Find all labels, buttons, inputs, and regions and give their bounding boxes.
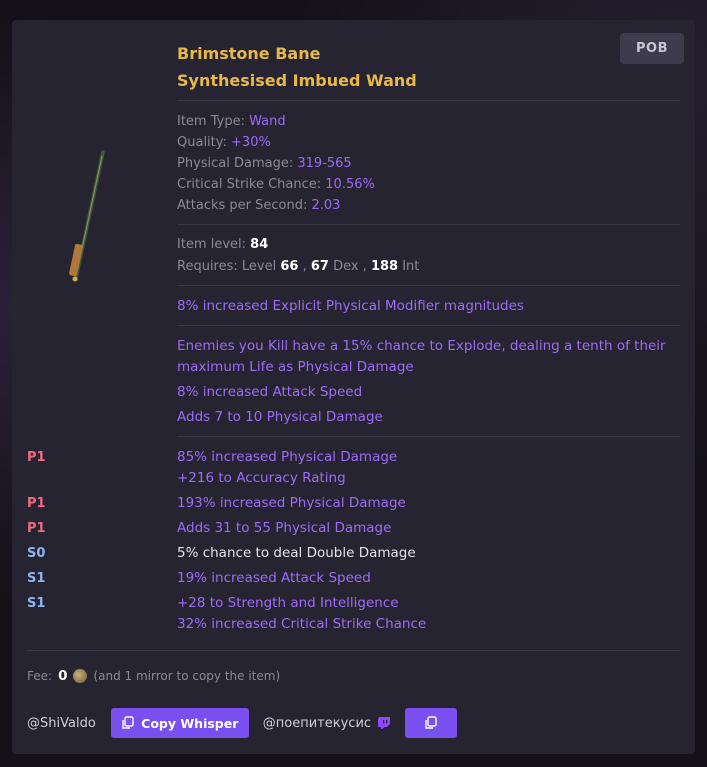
mod-tier-tag: S0	[27, 546, 46, 561]
copy-whisper-button[interactable]: Copy Whisper	[110, 708, 249, 738]
divider	[177, 224, 680, 225]
item-name: Brimstone Bane	[177, 44, 321, 63]
fee-row: Fee: 0 (and 1 mirror to copy the item)	[27, 668, 280, 684]
mirror-icon	[73, 669, 88, 683]
copy-twitch-button[interactable]	[405, 708, 458, 738]
item-base-type: Synthesised Imbued Wand	[177, 71, 417, 90]
fee-note: (and 1 mirror to copy the item)	[93, 669, 281, 683]
divider	[177, 436, 680, 437]
synth-mod: maximum Life as Physical Damage	[177, 359, 414, 375]
fee-label: Fee:	[27, 669, 53, 683]
pob-button[interactable]: POB	[620, 33, 684, 64]
mod-tier-tag: S1	[27, 571, 46, 586]
copy-icon	[122, 716, 134, 729]
divider	[177, 100, 680, 101]
divider	[177, 285, 680, 286]
copy-icon	[425, 716, 437, 729]
explicit-mod: +28 to Strength and Intelligence	[177, 595, 399, 611]
divider	[27, 650, 680, 651]
twitch-username[interactable]: @поепитекусис	[263, 716, 371, 731]
implicit-mod: 8% increased Explicit Physical Modifier …	[177, 298, 524, 314]
twitch-icon[interactable]	[377, 716, 391, 730]
item-level: Item level: 84	[177, 237, 269, 252]
property-attacks-per-second: Attacks per Second: 2.03	[177, 198, 341, 213]
fee-amount: 0	[58, 668, 68, 684]
mod-tier-tag: S1	[27, 596, 46, 611]
synth-mod: Adds 7 to 10 Physical Damage	[177, 409, 383, 425]
explicit-mod: Adds 31 to 55 Physical Damage	[177, 520, 392, 536]
synth-mod: Enemies you Kill have a 15% chance to Ex…	[177, 338, 666, 354]
divider	[177, 325, 680, 326]
seller-name: @ShiValdo	[27, 715, 96, 731]
explicit-mod: 19% increased Attack Speed	[177, 570, 371, 586]
requirements: Requires: Level 66 , 67 Dex , 188 Int	[177, 259, 420, 274]
property-item-type: Item Type: Wand	[177, 114, 286, 129]
synth-mod: 8% increased Attack Speed	[177, 384, 363, 400]
contact-row: @ShiValdo Copy Whisper @поепитекусис	[27, 708, 458, 738]
property-physical-damage: Physical Damage: 319-565	[177, 156, 352, 171]
mod-tier-tag: P1	[27, 496, 46, 511]
explicit-mod: +216 to Accuracy Rating	[177, 470, 346, 486]
property-quality: Quality: +30%	[177, 135, 271, 150]
item-card: POB Brimstone Bane Synthesised Imbued Wa…	[12, 20, 695, 754]
explicit-mod: 85% increased Physical Damage	[177, 449, 398, 465]
explicit-mod: 32% increased Critical Strike Chance	[177, 616, 427, 632]
explicit-mod: 5% chance to deal Double Damage	[177, 545, 416, 561]
explicit-mod: 193% increased Physical Damage	[177, 495, 406, 511]
property-crit-chance: Critical Strike Chance: 10.56%	[177, 177, 375, 192]
wand-item-image	[69, 150, 105, 282]
mod-tier-tag: P1	[27, 521, 46, 536]
copy-whisper-label: Copy Whisper	[141, 715, 239, 731]
mod-tier-tag: P1	[27, 450, 46, 465]
